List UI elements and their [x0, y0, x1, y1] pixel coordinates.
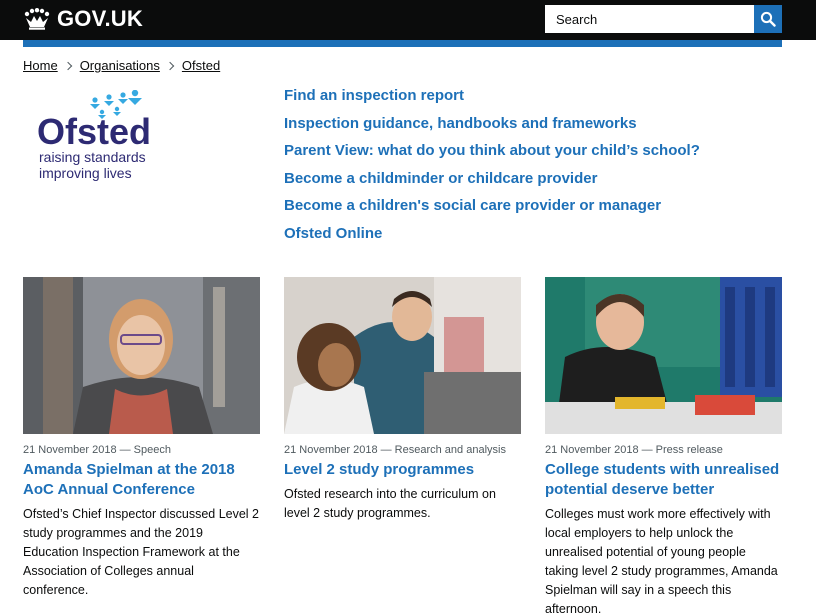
- link-find-inspection-report[interactable]: Find an inspection report: [284, 87, 464, 104]
- ofsted-wordmark: Ofsted: [37, 111, 151, 152]
- card-title-link[interactable]: Level 2 study programmes: [284, 460, 521, 480]
- ofsted-logo: Ofsted raising standards improving lives: [37, 90, 151, 181]
- search-button[interactable]: [754, 5, 782, 33]
- college-student-photo[interactable]: [545, 277, 782, 434]
- crown-icon: [24, 8, 50, 30]
- ofsted-tagline-2: improving lives: [39, 165, 132, 181]
- card-title-link[interactable]: Amanda Spielman at the 2018 AoC Annual C…: [23, 460, 260, 500]
- card-meta: 21 November 2018 — Research and analysis: [284, 444, 506, 456]
- govuk-home-link[interactable]: GOV.UK: [23, 7, 143, 31]
- featured-card: 21 November 2018 — Press release College…: [545, 277, 782, 614]
- featured-card: 21 November 2018 — Research and analysis…: [284, 277, 521, 523]
- breadcrumb-organisations[interactable]: Organisations: [80, 58, 160, 73]
- link-inspection-guidance[interactable]: Inspection guidance, handbooks and frame…: [284, 115, 637, 132]
- card-description: Ofsted’s Chief Inspector discussed Level…: [23, 507, 260, 597]
- chevron-right-icon: [165, 61, 175, 70]
- students-photo[interactable]: [284, 277, 521, 434]
- quick-links-list: Find an inspection report Inspection gui…: [284, 86, 700, 252]
- card-description: Colleges must work more effectively with…: [545, 507, 778, 614]
- card-title-link[interactable]: College students with unrealised potenti…: [545, 460, 782, 500]
- search-input[interactable]: [545, 5, 754, 33]
- link-become-social-care-provider[interactable]: Become a children's social care provider…: [284, 197, 661, 214]
- list-item: Find an inspection report: [284, 86, 700, 114]
- link-parent-view[interactable]: Parent View: what do you think about you…: [284, 142, 700, 159]
- card-meta: 21 November 2018 — Speech: [23, 444, 171, 456]
- list-item: Become a childminder or childcare provid…: [284, 169, 700, 197]
- search-icon: [760, 11, 776, 27]
- list-item: Become a children's social care provider…: [284, 196, 700, 224]
- card-meta: 21 November 2018 — Press release: [545, 444, 723, 456]
- list-item: Inspection guidance, handbooks and frame…: [284, 114, 700, 142]
- link-become-childminder[interactable]: Become a childminder or childcare provid…: [284, 170, 597, 187]
- speaker-photo[interactable]: [23, 277, 260, 434]
- breadcrumb-ofsted[interactable]: Ofsted: [182, 58, 220, 73]
- card-description: Ofsted research into the curriculum on l…: [284, 487, 496, 520]
- header-accent-bar: [23, 40, 782, 47]
- site-header: GOV.UK: [0, 0, 816, 40]
- list-item: Ofsted Online: [284, 224, 700, 252]
- breadcrumb: Home Organisations Ofsted: [23, 58, 220, 73]
- ofsted-tagline-1: raising standards: [39, 149, 146, 165]
- list-item: Parent View: what do you think about you…: [284, 141, 700, 169]
- featured-card: 21 November 2018 — Speech Amanda Spielma…: [23, 277, 260, 600]
- link-ofsted-online[interactable]: Ofsted Online: [284, 225, 382, 242]
- logo-text: GOV.UK: [57, 6, 143, 31]
- chevron-right-icon: [63, 61, 72, 70]
- breadcrumb-home[interactable]: Home: [23, 58, 58, 73]
